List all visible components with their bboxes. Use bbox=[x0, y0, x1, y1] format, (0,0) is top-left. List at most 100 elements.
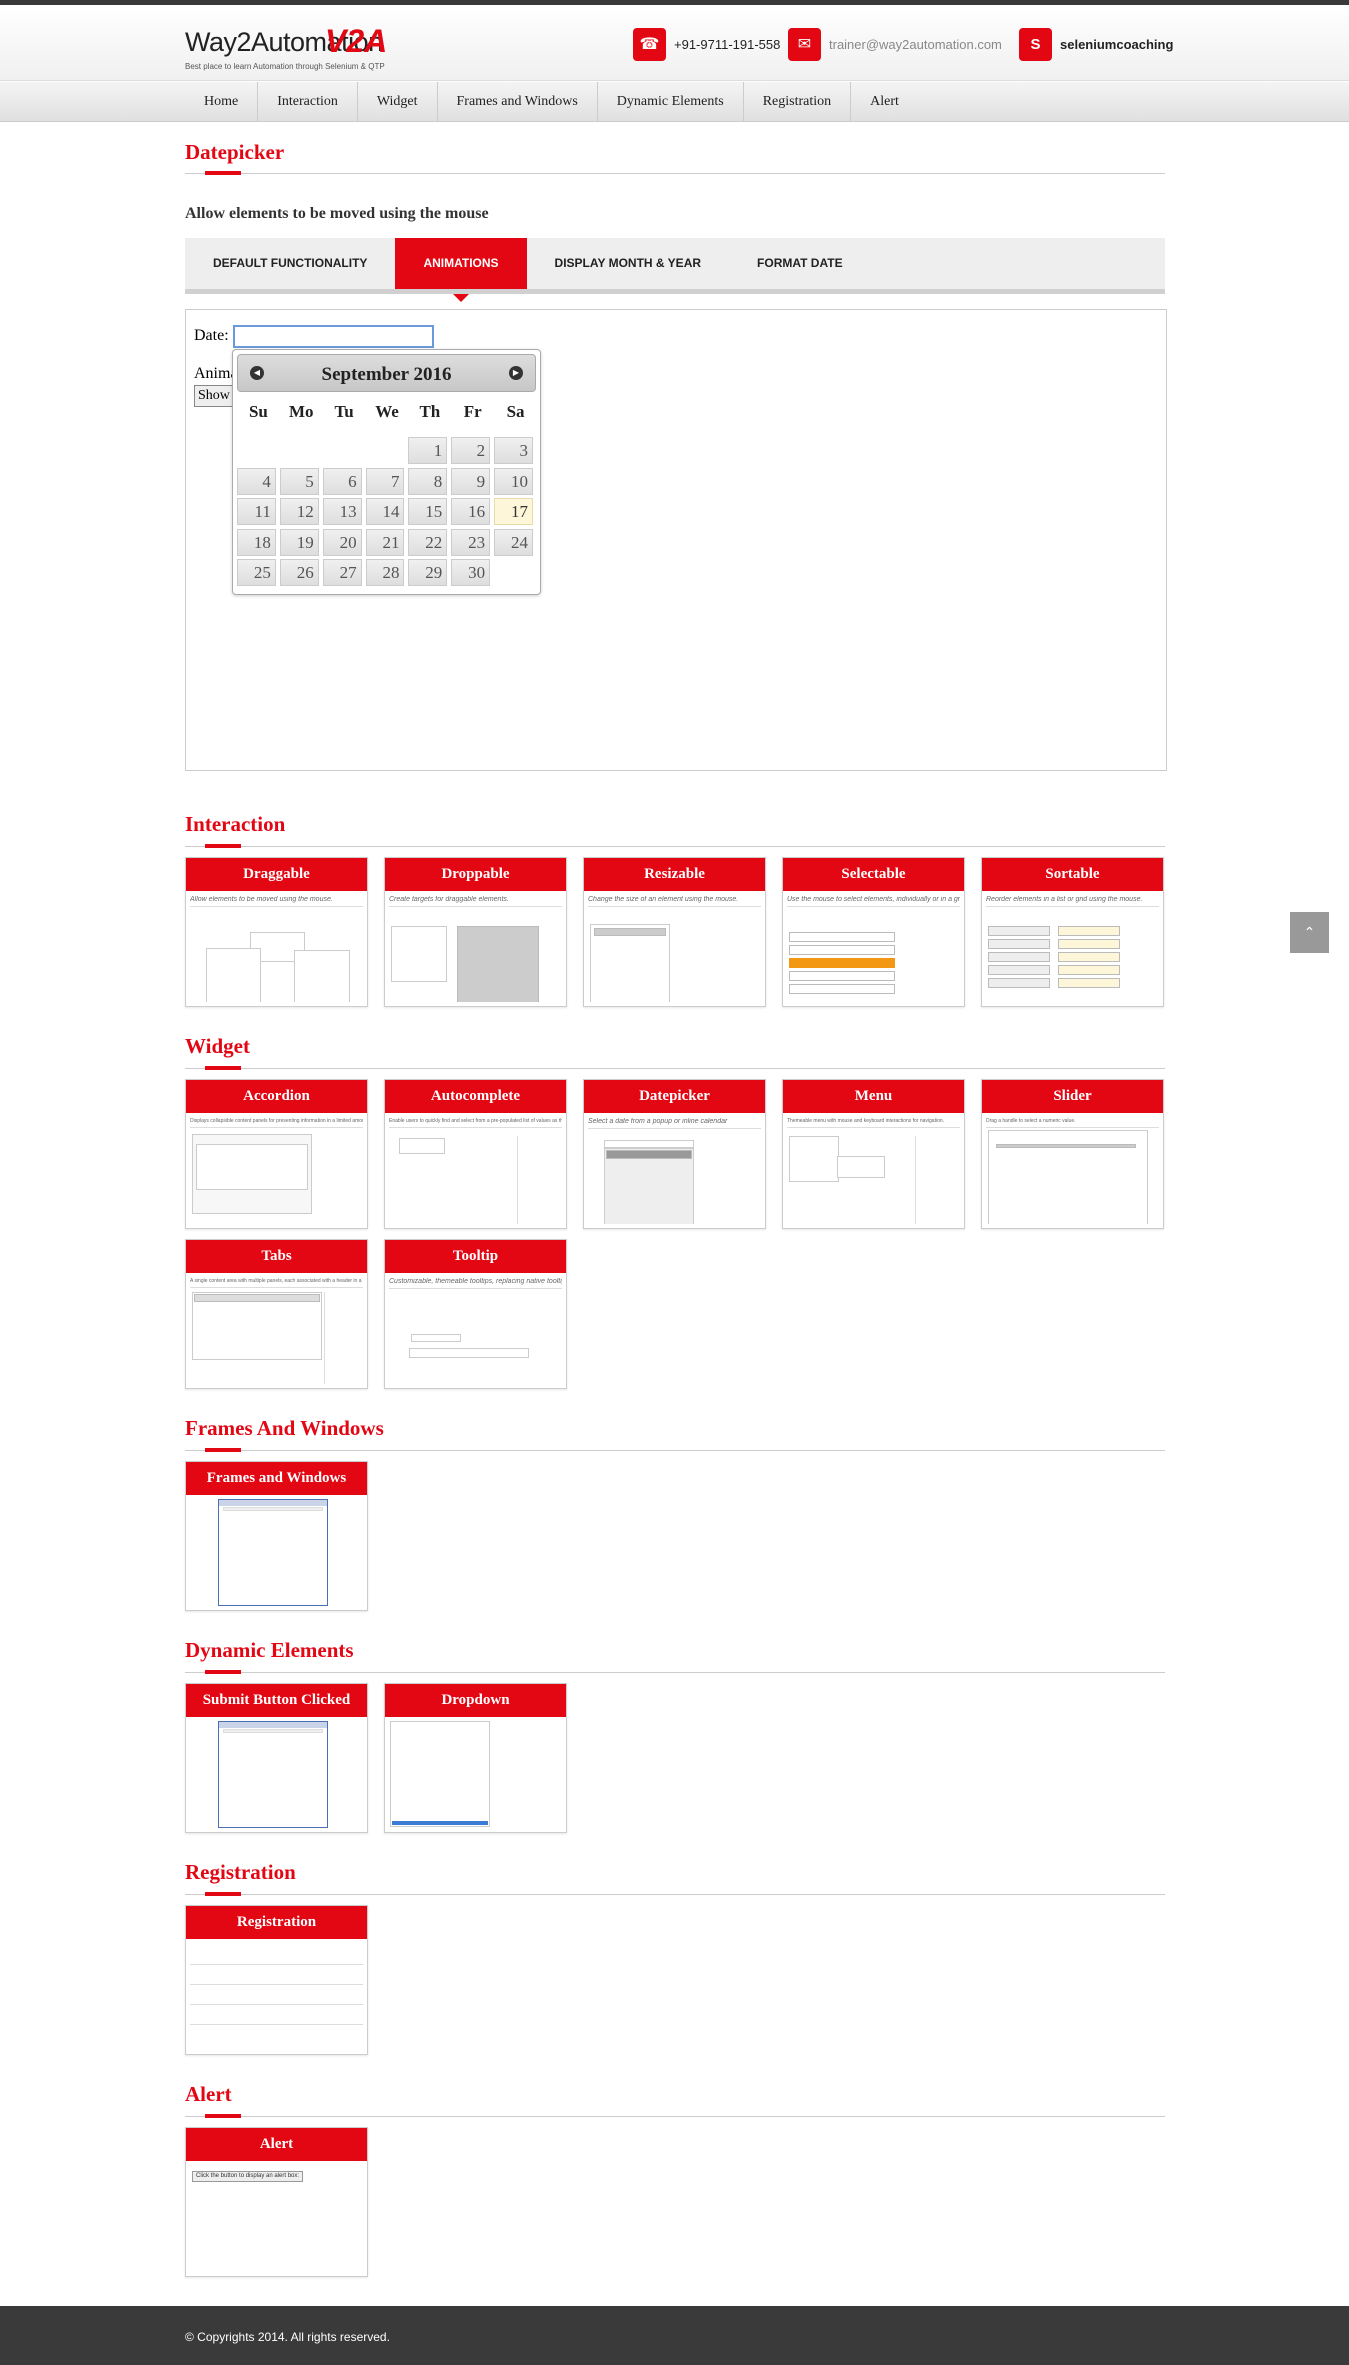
card-tooltip[interactable]: Tooltip Customizable, themeable tooltips… bbox=[384, 1239, 567, 1389]
divider-accent bbox=[205, 1448, 241, 1452]
calendar-day[interactable]: 29 bbox=[408, 559, 448, 586]
card-draggable[interactable]: Draggable Allow elements to be moved usi… bbox=[185, 857, 368, 1007]
card-dropdown[interactable]: Dropdown bbox=[384, 1683, 567, 1833]
thumb-box bbox=[789, 958, 895, 968]
calendar-day[interactable]: 1 bbox=[408, 437, 448, 464]
card-title[interactable]: Registration bbox=[186, 1906, 367, 1939]
card-frames-and-windows[interactable]: Frames and Windows bbox=[185, 1461, 368, 1611]
calendar-day[interactable]: 15 bbox=[408, 498, 448, 525]
card-title[interactable]: Sortable bbox=[982, 858, 1163, 891]
card-title[interactable]: Resizable bbox=[584, 858, 765, 891]
thumb-box bbox=[988, 952, 1050, 962]
calendar-day[interactable]: 20 bbox=[322, 528, 362, 556]
calendar-day[interactable]: 12 bbox=[279, 498, 319, 525]
site-logo[interactable]: Way2Automation V2A Best place to learn A… bbox=[185, 23, 425, 77]
calendar-day[interactable]: 6 bbox=[322, 467, 362, 495]
card-droppable[interactable]: Droppable Create targets for draggable e… bbox=[384, 857, 567, 1007]
calendar-day[interactable]: 11 bbox=[237, 498, 276, 525]
nav-dynamic-elements[interactable]: Dynamic Elements bbox=[598, 82, 744, 122]
card-title[interactable]: Accordion bbox=[186, 1080, 367, 1113]
card-title[interactable]: Datepicker bbox=[584, 1080, 765, 1113]
card-sortable[interactable]: Sortable Reorder elements in a list or g… bbox=[981, 857, 1164, 1007]
calendar-day[interactable]: 19 bbox=[279, 528, 319, 556]
card-slider[interactable]: Slider Drag a handle to select a numeric… bbox=[981, 1079, 1164, 1229]
calendar-day[interactable]: 5 bbox=[279, 467, 319, 495]
card-desc: Drag a handle to select a numeric value. bbox=[986, 1118, 1159, 1128]
card-title[interactable]: Dropdown bbox=[385, 1684, 566, 1717]
card-desc: Use the mouse to select elements, indivi… bbox=[787, 896, 960, 907]
calendar-day[interactable]: 3 bbox=[494, 437, 534, 464]
calendar-day[interactable]: 30 bbox=[451, 559, 491, 586]
email-link[interactable]: trainer@way2automation.com bbox=[829, 37, 1002, 52]
card-tabs[interactable]: Tabs A single content area with multiple… bbox=[185, 1239, 368, 1389]
divider-accent bbox=[205, 1670, 241, 1674]
divider-accent bbox=[205, 1892, 241, 1896]
card-title[interactable]: Autocomplete bbox=[385, 1080, 566, 1113]
card-selectable[interactable]: Selectable Use the mouse to select eleme… bbox=[782, 857, 965, 1007]
card-title[interactable]: Alert bbox=[186, 2128, 367, 2161]
tab-default-functionality[interactable]: DEFAULT FUNCTIONALITY bbox=[185, 238, 395, 289]
calendar-day[interactable]: 23 bbox=[451, 528, 491, 556]
calendar-day[interactable]: 22 bbox=[408, 528, 448, 556]
calendar-day[interactable]: 28 bbox=[365, 559, 405, 586]
card-desc: Themeable menu with mouse and keyboard i… bbox=[787, 1118, 960, 1128]
calendar-day[interactable]: 14 bbox=[365, 498, 405, 525]
calendar-day[interactable]: 24 bbox=[494, 528, 534, 556]
card-registration[interactable]: Registration bbox=[185, 1905, 368, 2055]
calendar-day[interactable]: 26 bbox=[279, 559, 319, 586]
card-title[interactable]: Droppable bbox=[385, 858, 566, 891]
card-submit-button-clicked[interactable]: Submit Button Clicked bbox=[185, 1683, 368, 1833]
calendar-day[interactable]: 13 bbox=[322, 498, 362, 525]
card-title[interactable]: Selectable bbox=[783, 858, 964, 891]
card-title[interactable]: Frames and Windows bbox=[186, 1462, 367, 1495]
thumb-box bbox=[837, 1156, 885, 1178]
weekday-label: Tu bbox=[334, 402, 354, 421]
card-accordion[interactable]: Accordion Displays collapsible content p… bbox=[185, 1079, 368, 1229]
card-title[interactable]: Slider bbox=[982, 1080, 1163, 1113]
card-alert[interactable]: Alert Click the button to display an ale… bbox=[185, 2127, 368, 2277]
tab-display-month-year[interactable]: DISPLAY MONTH & YEAR bbox=[527, 238, 729, 289]
calendar-day[interactable]: 8 bbox=[408, 467, 448, 495]
demo-frame: Date: Anima Show ◀ September 2016 ▶ Su Mo… bbox=[185, 309, 1167, 771]
calendar-day[interactable]: 18 bbox=[237, 528, 276, 556]
nav-alert[interactable]: Alert bbox=[851, 82, 918, 122]
thumb-box bbox=[604, 1140, 694, 1148]
card-menu[interactable]: Menu Themeable menu with mouse and keybo… bbox=[782, 1079, 965, 1229]
card-title[interactable]: Tooltip bbox=[385, 1240, 566, 1273]
weekday-label: We bbox=[375, 402, 399, 421]
card-datepicker[interactable]: Datepicker Select a date from a popup or… bbox=[583, 1079, 766, 1229]
nav-widget[interactable]: Widget bbox=[358, 82, 438, 122]
tab-format-date[interactable]: FORMAT DATE bbox=[729, 238, 871, 289]
calendar-day[interactable]: 2 bbox=[451, 437, 491, 464]
tab-animations[interactable]: ANIMATIONS bbox=[395, 238, 527, 302]
calendar-day[interactable]: 27 bbox=[322, 559, 362, 586]
calendar-day[interactable]: 10 bbox=[494, 467, 534, 495]
scroll-to-top-icon[interactable]: ⌃ bbox=[1290, 912, 1329, 953]
calendar-day[interactable]: 4 bbox=[237, 467, 276, 495]
contact-email[interactable]: ✉ trainer@way2automation.com bbox=[788, 27, 1002, 61]
next-month-icon[interactable]: ▶ bbox=[509, 366, 523, 380]
card-title[interactable]: Menu bbox=[783, 1080, 964, 1113]
calendar-day[interactable]: 9 bbox=[451, 467, 491, 495]
thumb-box bbox=[294, 950, 350, 1002]
thumb-box bbox=[988, 939, 1050, 949]
card-title[interactable]: Submit Button Clicked bbox=[186, 1684, 367, 1717]
calendar-day[interactable]: 25 bbox=[237, 559, 276, 586]
calendar-day[interactable]: 7 bbox=[365, 467, 405, 495]
calendar-empty-cell bbox=[323, 437, 362, 464]
nav-interaction[interactable]: Interaction bbox=[258, 82, 358, 122]
nav-frames-and-windows[interactable]: Frames and Windows bbox=[438, 82, 598, 122]
card-autocomplete[interactable]: Autocomplete Enable users to quickly fin… bbox=[384, 1079, 567, 1229]
date-input[interactable] bbox=[233, 325, 434, 348]
calendar-day[interactable]: 21 bbox=[365, 528, 405, 556]
calendar-day[interactable]: 16 bbox=[451, 498, 491, 525]
weekday-label: Fr bbox=[463, 402, 482, 421]
card-title[interactable]: Tabs bbox=[186, 1240, 367, 1273]
card-title[interactable]: Draggable bbox=[186, 858, 367, 891]
alert-button[interactable]: Click the button to display an alert box… bbox=[192, 2171, 304, 2182]
card-resizable[interactable]: Resizable Change the size of an element … bbox=[583, 857, 766, 1007]
divider bbox=[185, 1450, 1165, 1451]
nav-registration[interactable]: Registration bbox=[744, 82, 852, 122]
calendar-day[interactable]: 17 bbox=[494, 498, 534, 525]
nav-home[interactable]: Home bbox=[185, 82, 259, 122]
